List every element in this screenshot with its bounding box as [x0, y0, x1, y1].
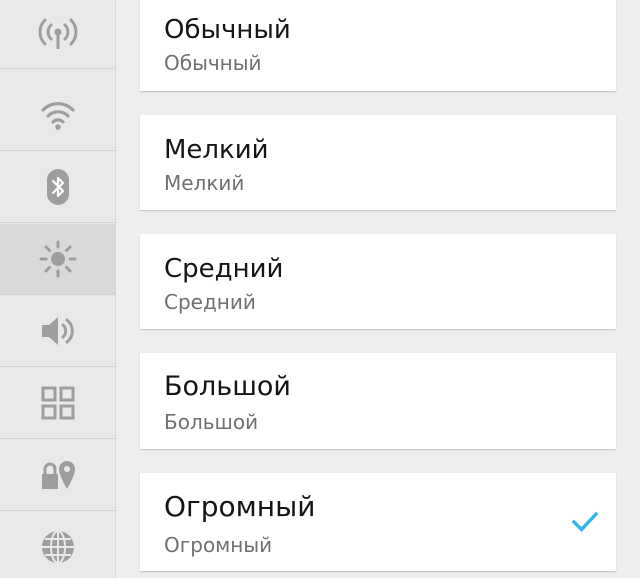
rail-item-apps[interactable] [0, 368, 115, 439]
apps-grid-icon [41, 386, 74, 420]
font-size-option-large[interactable]: Большой Большой [140, 353, 616, 449]
font-size-option-medium[interactable]: Средний Средний [140, 234, 616, 329]
option-title: Мелкий [164, 135, 269, 165]
location-lock-icon [41, 461, 75, 489]
volume-icon [41, 317, 74, 345]
option-subtitle: Обычный [164, 51, 262, 75]
rail-item-display[interactable] [0, 224, 115, 295]
bluetooth-icon [46, 169, 69, 205]
brightness-icon [39, 240, 76, 278]
rail-item-wireless[interactable] [0, 0, 115, 69]
option-subtitle: Большой [164, 410, 259, 434]
checkmark-icon [572, 511, 598, 532]
wireless-tower-icon [38, 18, 77, 49]
globe-icon [41, 530, 74, 564]
option-subtitle: Средний [164, 290, 256, 314]
rail-item-bluetooth[interactable] [0, 152, 115, 223]
option-title: Средний [164, 254, 284, 284]
option-subtitle: Огромный [164, 533, 273, 557]
option-title: Огромный [164, 490, 316, 523]
font-size-option-huge[interactable]: Огромный Огромный [140, 473, 616, 571]
rail-item-language[interactable] [0, 512, 115, 578]
rail-item-sound[interactable] [0, 296, 115, 367]
option-title: Обычный [164, 15, 291, 45]
option-subtitle: Мелкий [164, 171, 245, 195]
font-size-option-small[interactable]: Мелкий Мелкий [140, 115, 616, 210]
rail-item-location-security[interactable] [0, 440, 115, 511]
settings-screen: Обычный Обычный Мелкий Мелкий Средний Ср… [0, 0, 640, 578]
font-size-option-normal[interactable]: Обычный Обычный [140, 0, 616, 91]
wifi-icon [40, 102, 75, 130]
option-title: Большой [164, 371, 291, 402]
settings-category-rail [0, 0, 116, 578]
rail-item-wifi[interactable] [0, 80, 115, 151]
